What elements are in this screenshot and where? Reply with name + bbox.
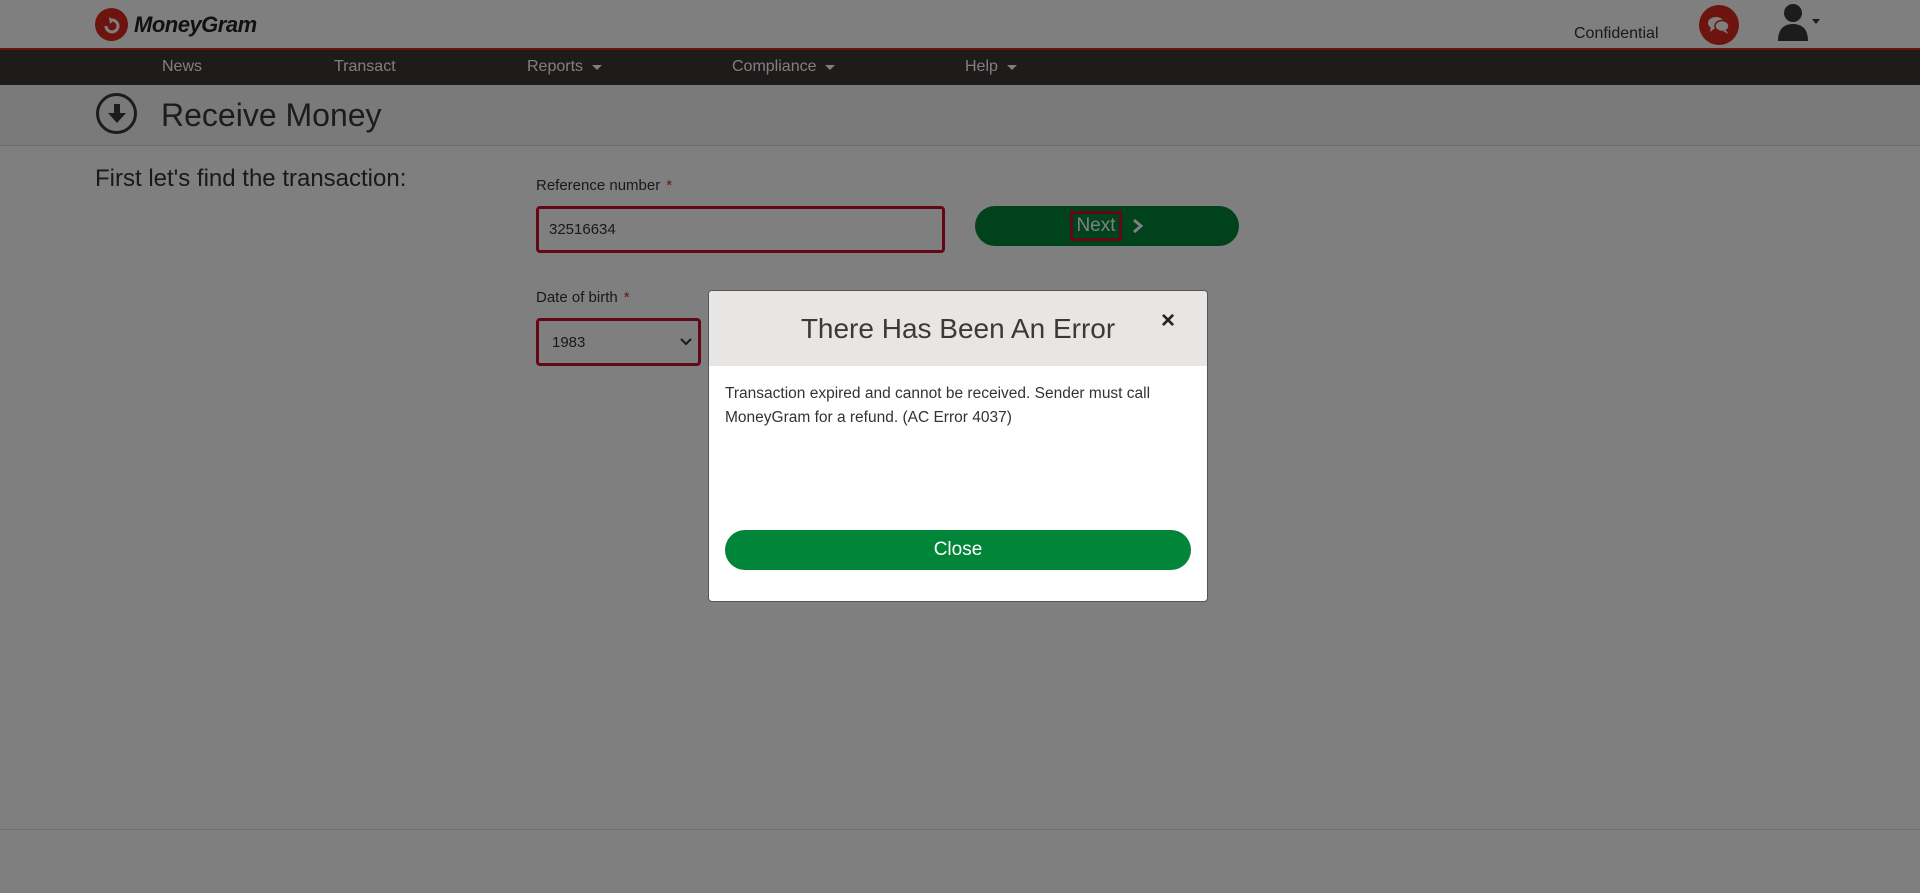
close-button-label: Close [933, 539, 983, 560]
receive-money-page: MoneyGram Confidential News Transact [0, 0, 1920, 893]
close-button[interactable]: Close [725, 530, 1191, 570]
error-modal: There Has Been An Error × Transaction ex… [708, 290, 1208, 602]
modal-title: There Has Been An Error [800, 312, 1116, 344]
error-message: Transaction expired and cannot be receiv… [725, 385, 1151, 426]
modal-header: There Has Been An Error [709, 291, 1207, 366]
close-icon[interactable]: × [1161, 309, 1175, 333]
